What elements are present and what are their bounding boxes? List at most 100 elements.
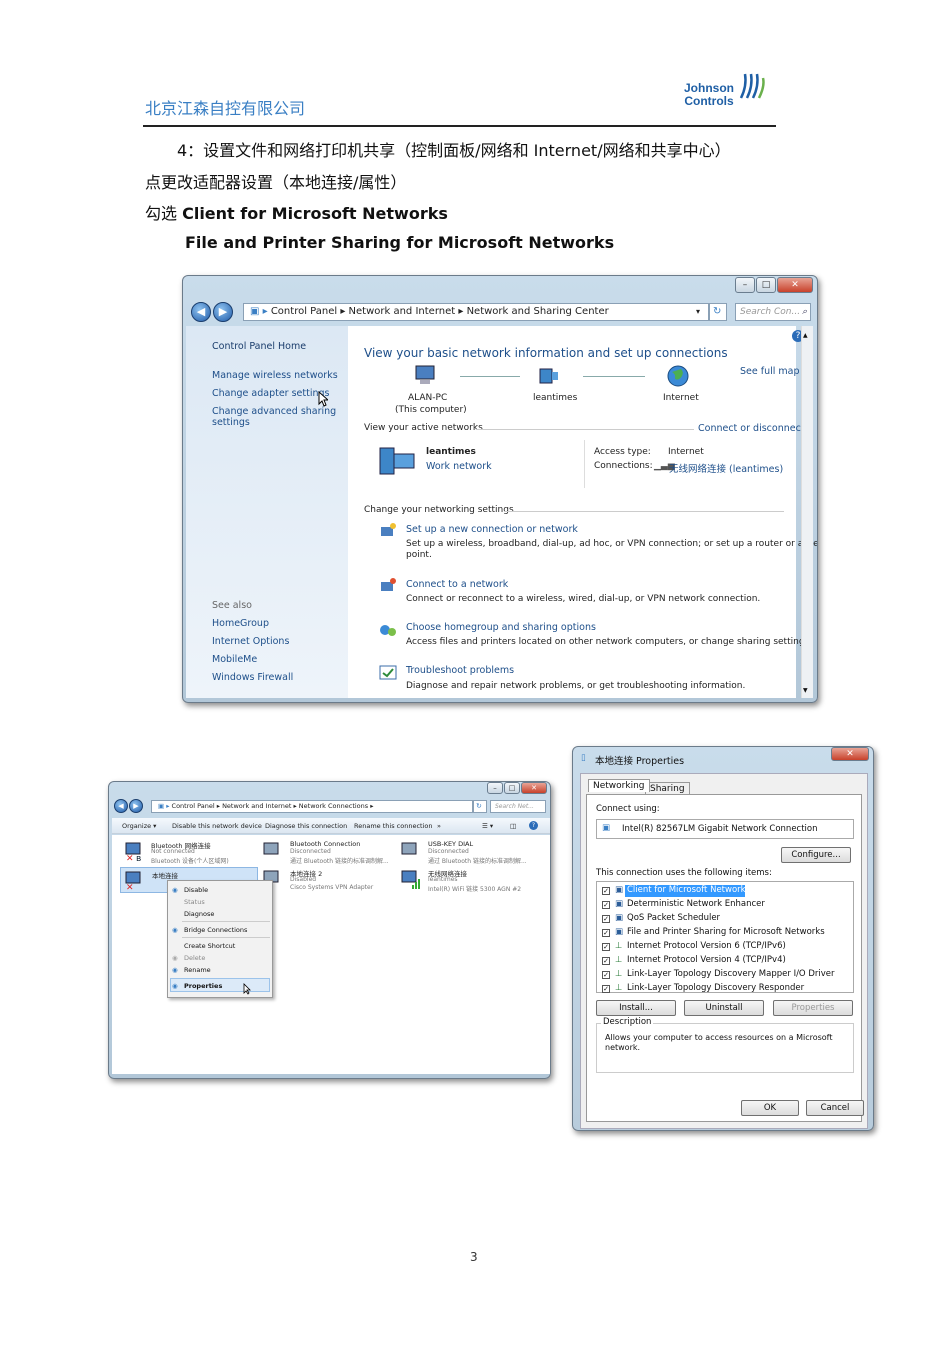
adapter-status: Disabled xyxy=(290,876,317,883)
more-commands-button[interactable]: » xyxy=(437,822,441,830)
item-checkbox[interactable]: ✓ xyxy=(602,915,610,923)
search-input[interactable]: Search Con... ⌕ xyxy=(735,303,811,321)
item-qos[interactable]: QoS Packet Scheduler xyxy=(627,913,720,923)
network-adapter-icon: ▯ xyxy=(581,753,586,763)
forward-icon[interactable]: ▶ xyxy=(129,799,143,813)
menu-rename[interactable]: Rename xyxy=(184,966,211,974)
johnson-controls-logo: Johnson Controls xyxy=(683,72,773,112)
preview-pane-icon[interactable]: ◫ xyxy=(510,822,516,830)
configure-button[interactable]: Configure... xyxy=(781,847,851,863)
control-panel-home-link[interactable]: Control Panel Home xyxy=(212,341,306,352)
search-input[interactable]: Search Net... xyxy=(490,800,546,813)
scroll-up-icon[interactable]: ▲ xyxy=(803,332,808,339)
disable-device-button[interactable]: Disable this network device xyxy=(172,822,262,830)
mouse-cursor-icon xyxy=(318,391,328,407)
search-icon[interactable]: ⌕ xyxy=(802,304,807,320)
back-icon[interactable]: ◀ xyxy=(191,302,211,322)
uninstall-button[interactable]: Uninstall xyxy=(684,1000,764,1016)
mobileme-link[interactable]: MobileMe xyxy=(212,654,257,665)
wireless-connection-link[interactable]: 无线网络连接 (leantimes) xyxy=(669,461,783,475)
item-checkbox[interactable]: ✓ xyxy=(602,957,610,965)
instruction-line-1: 4：设置文件和网络打印机共享（控制面板/网络和 Internet/网络和共享中心… xyxy=(177,141,731,160)
address-bar[interactable]: ▣ ▸ Control Panel ▸ Network and Internet… xyxy=(151,800,473,813)
left-pane: Control Panel Home Manage wireless netwo… xyxy=(186,326,348,698)
connect-using-label: Connect using: xyxy=(596,804,660,814)
vertical-scrollbar[interactable]: ▲ ▼ xyxy=(801,326,813,698)
breadcrumb-control-panel[interactable]: Control Panel xyxy=(271,306,337,317)
scroll-down-icon[interactable]: ▼ xyxy=(803,687,808,694)
change-advanced-sharing-link-2[interactable]: settings xyxy=(212,417,250,428)
item-checkbox[interactable]: ✓ xyxy=(602,887,610,895)
minimize-button[interactable]: – xyxy=(487,782,503,794)
ok-button[interactable]: OK xyxy=(741,1100,799,1116)
maximize-button[interactable]: □ xyxy=(504,782,520,794)
dropdown-arrow-icon[interactable]: ▾ xyxy=(696,304,700,320)
item-checkbox[interactable]: ✓ xyxy=(602,943,610,951)
organize-menu[interactable]: Organize ▾ xyxy=(122,822,156,830)
diagnose-connection-button[interactable]: Diagnose this connection xyxy=(265,822,347,830)
item-ipv4[interactable]: Internet Protocol Version 4 (TCP/IPv4) xyxy=(627,955,786,965)
homegroup-link[interactable]: HomeGroup xyxy=(212,618,269,629)
task-setup-connection-link[interactable]: Set up a new connection or network xyxy=(406,524,578,535)
change-advanced-sharing-link[interactable]: Change advanced sharing xyxy=(212,406,336,417)
see-full-map-link[interactable]: See full map xyxy=(740,366,800,377)
instruction-line-4: File and Printer Sharing for Microsoft N… xyxy=(185,233,615,252)
breadcrumb-sharing-center[interactable]: Network and Sharing Center xyxy=(467,306,609,317)
close-button[interactable]: ✕ xyxy=(521,782,547,794)
help-icon[interactable]: ? xyxy=(529,821,538,830)
maximize-button[interactable]: □ xyxy=(756,277,776,293)
computer-icon xyxy=(415,365,435,384)
cancel-button[interactable]: Cancel xyxy=(806,1100,864,1116)
menu-properties[interactable]: Properties xyxy=(184,982,222,990)
item-dne[interactable]: Deterministic Network Enhancer xyxy=(627,899,765,909)
forward-icon[interactable]: ▶ xyxy=(213,302,233,322)
item-lltd-mapper[interactable]: Link-Layer Topology Discovery Mapper I/O… xyxy=(627,969,834,979)
item-checkbox[interactable]: ✓ xyxy=(602,929,610,937)
menu-create-shortcut[interactable]: Create Shortcut xyxy=(184,942,235,950)
view-options-icon[interactable]: ☰ ▾ xyxy=(482,822,493,830)
protocol-icon: ⊥ xyxy=(615,955,623,965)
minimize-button[interactable]: – xyxy=(735,277,755,293)
back-icon[interactable]: ◀ xyxy=(114,799,128,813)
connect-disconnect-link[interactable]: Connect or disconnect xyxy=(698,423,805,434)
menu-bridge[interactable]: Bridge Connections xyxy=(184,926,247,934)
menu-disable[interactable]: Disable xyxy=(184,886,208,894)
item-checkbox[interactable]: ✓ xyxy=(602,985,610,993)
close-button[interactable]: ✕ xyxy=(831,747,869,761)
item-lltd-responder[interactable]: Link-Layer Topology Discovery Responder xyxy=(627,983,804,993)
item-checkbox[interactable]: ✓ xyxy=(602,971,610,979)
manage-wireless-link[interactable]: Manage wireless networks xyxy=(212,370,338,381)
refresh-icon[interactable]: ↻ xyxy=(709,303,727,321)
access-type-value: Internet xyxy=(668,447,704,457)
task-homegroup-link[interactable]: Choose homegroup and sharing options xyxy=(406,622,596,633)
connect-network-icon xyxy=(381,578,396,591)
item-ipv6[interactable]: Internet Protocol Version 6 (TCP/IPv6) xyxy=(627,941,786,951)
see-also-heading: See also xyxy=(212,600,252,611)
adapter-icon: ✕ ʙ xyxy=(125,842,141,861)
item-client-for-ms-networks[interactable]: Client for Microsoft Networks xyxy=(627,885,750,895)
menu-delete[interactable]: Delete xyxy=(184,954,205,962)
address-bar[interactable]: ▣ ▸ Control Panel ▸ Network and Internet… xyxy=(243,303,709,321)
close-button[interactable]: ✕ xyxy=(777,277,813,293)
breadcrumb-control-panel[interactable]: Control Panel xyxy=(172,802,215,810)
properties-button[interactable]: Properties xyxy=(773,1000,853,1016)
refresh-icon[interactable]: ↻ xyxy=(473,800,487,813)
breadcrumb-network-internet[interactable]: Network and Internet xyxy=(349,306,456,317)
breadcrumb-network-internet[interactable]: Network and Internet xyxy=(222,802,291,810)
breadcrumb-network-connections[interactable]: Network Connections xyxy=(299,802,368,810)
tab-networking[interactable]: Networking xyxy=(588,779,650,792)
windows-firewall-link[interactable]: Windows Firewall xyxy=(212,672,293,683)
task-connect-link[interactable]: Connect to a network xyxy=(406,579,508,590)
work-network-link[interactable]: Work network xyxy=(426,461,492,472)
rename-connection-button[interactable]: Rename this connection xyxy=(354,822,432,830)
task-troubleshoot-link[interactable]: Troubleshoot problems xyxy=(406,665,514,676)
item-file-printer-sharing[interactable]: File and Printer Sharing for Microsoft N… xyxy=(627,927,825,937)
menu-diagnose[interactable]: Diagnose xyxy=(184,910,214,918)
service-icon: ▣ xyxy=(615,913,624,923)
install-button[interactable]: Install... xyxy=(596,1000,676,1016)
item-checkbox[interactable]: ✓ xyxy=(602,901,610,909)
dialog-title: 本地连接 Properties xyxy=(595,756,685,767)
menu-status[interactable]: Status xyxy=(184,898,205,906)
change-adapter-settings-link[interactable]: Change adapter settings xyxy=(212,388,329,399)
internet-options-link[interactable]: Internet Options xyxy=(212,636,289,647)
